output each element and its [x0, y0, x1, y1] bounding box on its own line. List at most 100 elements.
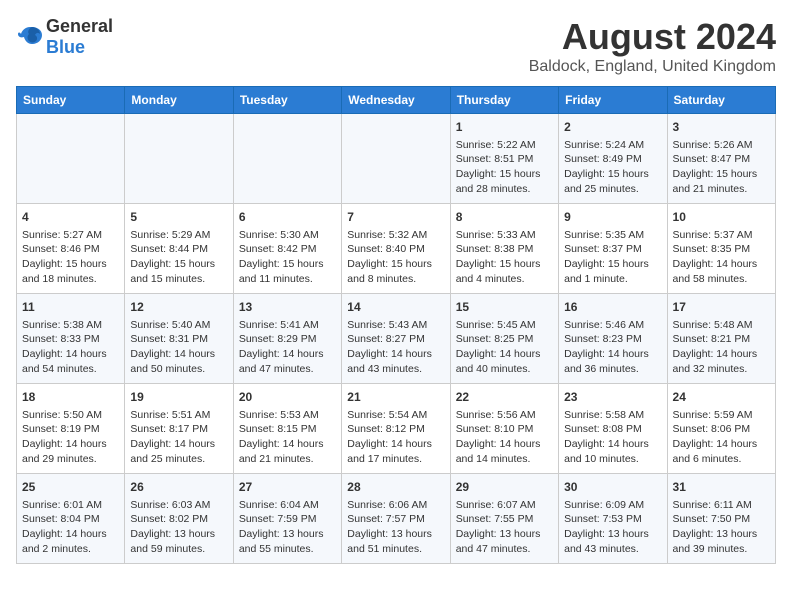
day-info: Sunrise: 5:53 AM Sunset: 8:15 PM Dayligh… [239, 408, 336, 467]
title-block: August 2024 Baldock, England, United Kin… [529, 16, 776, 76]
calendar-cell: 12 Sunrise: 5:40 AM Sunset: 8:31 PM Dayli… [125, 294, 233, 384]
col-header-monday: Monday [125, 87, 233, 114]
calendar-week-row: 11 Sunrise: 5:38 AM Sunset: 8:33 PM Dayli… [17, 294, 776, 384]
calendar-cell [125, 114, 233, 204]
day-number: 25 [22, 479, 119, 496]
day-number: 7 [347, 209, 444, 226]
day-number: 13 [239, 299, 336, 316]
day-info: Sunrise: 6:04 AM Sunset: 7:59 PM Dayligh… [239, 498, 336, 557]
calendar-cell: 13Sunrise: 5:41 AM Sunset: 8:29 PM Dayli… [233, 294, 341, 384]
calendar-cell: 23 Sunrise: 5:58 AM Sunset: 8:08 PM Dayli… [559, 384, 667, 474]
calendar-cell: 28Sunrise: 6:06 AM Sunset: 7:57 PM Dayli… [342, 474, 450, 564]
day-info: Sunrise: 5:51 AM Sunset: 8:17 PM Dayligh… [130, 408, 227, 467]
subtitle: Baldock, England, United Kingdom [529, 58, 776, 76]
calendar-cell: 1Sunrise: 5:22 AM Sunset: 8:51 PM Daylig… [450, 114, 558, 204]
calendar-cell: 10Sunrise: 5:37 AM Sunset: 8:35 PM Dayli… [667, 204, 775, 294]
day-info: Sunrise: 6:07 AM Sunset: 7:55 PM Dayligh… [456, 498, 553, 557]
day-info: Sunrise: 5:48 AM Sunset: 8:21 PM Dayligh… [673, 318, 770, 377]
day-number: 23 [564, 389, 661, 406]
day-number: 2 [564, 119, 661, 136]
calendar-week-row: 25 Sunrise: 6:01 AM Sunset: 8:04 PM Dayli… [17, 474, 776, 564]
day-number: 28 [347, 479, 444, 496]
calendar-cell: 29 Sunrise: 6:07 AM Sunset: 7:55 PM Dayli… [450, 474, 558, 564]
day-number: 9 [564, 209, 661, 226]
calendar-cell [17, 114, 125, 204]
calendar-week-row: 18 Sunrise: 5:50 AM Sunset: 8:19 PM Dayli… [17, 384, 776, 474]
page-header: General Blue August 2024 Baldock, Englan… [16, 16, 776, 76]
calendar-cell: 30Sunrise: 6:09 AM Sunset: 7:53 PM Dayli… [559, 474, 667, 564]
day-number: 12 [130, 299, 227, 316]
day-number: 27 [239, 479, 336, 496]
day-info: Sunrise: 5:43 AM Sunset: 8:27 PM Dayligh… [347, 318, 444, 377]
day-number: 17 [673, 299, 770, 316]
day-number: 22 [456, 389, 553, 406]
calendar-week-row: 1Sunrise: 5:22 AM Sunset: 8:51 PM Daylig… [17, 114, 776, 204]
calendar-cell: 25 Sunrise: 6:01 AM Sunset: 8:04 PM Dayli… [17, 474, 125, 564]
calendar-cell: 19 Sunrise: 5:51 AM Sunset: 8:17 PM Dayli… [125, 384, 233, 474]
calendar-cell [233, 114, 341, 204]
day-info: Sunrise: 5:54 AM Sunset: 8:12 PM Dayligh… [347, 408, 444, 467]
col-header-sunday: Sunday [17, 87, 125, 114]
day-info: Sunrise: 5:38 AM Sunset: 8:33 PM Dayligh… [22, 318, 119, 377]
logo-general-text: General [46, 16, 113, 36]
calendar-cell: 17 Sunrise: 5:48 AM Sunset: 8:21 PM Dayli… [667, 294, 775, 384]
day-number: 15 [456, 299, 553, 316]
calendar-cell: 6Sunrise: 5:30 AM Sunset: 8:42 PM Daylig… [233, 204, 341, 294]
day-number: 24 [673, 389, 770, 406]
logo-icon [16, 23, 44, 51]
col-header-thursday: Thursday [450, 87, 558, 114]
calendar-cell: 2 Sunrise: 5:24 AM Sunset: 8:49 PM Daylig… [559, 114, 667, 204]
calendar-cell: 16Sunrise: 5:46 AM Sunset: 8:23 PM Dayli… [559, 294, 667, 384]
day-info: Sunrise: 6:11 AM Sunset: 7:50 PM Dayligh… [673, 498, 770, 557]
col-header-friday: Friday [559, 87, 667, 114]
day-info: Sunrise: 5:33 AM Sunset: 8:38 PM Dayligh… [456, 228, 553, 287]
day-info: Sunrise: 5:46 AM Sunset: 8:23 PM Dayligh… [564, 318, 661, 377]
day-number: 20 [239, 389, 336, 406]
day-number: 5 [130, 209, 227, 226]
day-info: Sunrise: 5:29 AM Sunset: 8:44 PM Dayligh… [130, 228, 227, 287]
day-info: Sunrise: 6:09 AM Sunset: 7:53 PM Dayligh… [564, 498, 661, 557]
calendar-cell: 21Sunrise: 5:54 AM Sunset: 8:12 PM Dayli… [342, 384, 450, 474]
day-info: Sunrise: 5:40 AM Sunset: 8:31 PM Dayligh… [130, 318, 227, 377]
day-number: 31 [673, 479, 770, 496]
main-title: August 2024 [529, 16, 776, 58]
day-number: 18 [22, 389, 119, 406]
day-info: Sunrise: 6:01 AM Sunset: 8:04 PM Dayligh… [22, 498, 119, 557]
calendar-cell: 8 Sunrise: 5:33 AM Sunset: 8:38 PM Daylig… [450, 204, 558, 294]
day-info: Sunrise: 5:26 AM Sunset: 8:47 PM Dayligh… [673, 138, 770, 197]
day-number: 29 [456, 479, 553, 496]
col-header-saturday: Saturday [667, 87, 775, 114]
day-number: 11 [22, 299, 119, 316]
day-info: Sunrise: 5:24 AM Sunset: 8:49 PM Dayligh… [564, 138, 661, 197]
calendar-table: SundayMondayTuesdayWednesdayThursdayFrid… [16, 86, 776, 564]
day-info: Sunrise: 5:50 AM Sunset: 8:19 PM Dayligh… [22, 408, 119, 467]
day-number: 6 [239, 209, 336, 226]
calendar-week-row: 4Sunrise: 5:27 AM Sunset: 8:46 PM Daylig… [17, 204, 776, 294]
calendar-cell: 14 Sunrise: 5:43 AM Sunset: 8:27 PM Dayli… [342, 294, 450, 384]
day-number: 8 [456, 209, 553, 226]
day-info: Sunrise: 5:45 AM Sunset: 8:25 PM Dayligh… [456, 318, 553, 377]
calendar-cell: 15 Sunrise: 5:45 AM Sunset: 8:25 PM Dayli… [450, 294, 558, 384]
day-info: Sunrise: 5:58 AM Sunset: 8:08 PM Dayligh… [564, 408, 661, 467]
col-header-wednesday: Wednesday [342, 87, 450, 114]
day-number: 14 [347, 299, 444, 316]
calendar-cell: 18 Sunrise: 5:50 AM Sunset: 8:19 PM Dayli… [17, 384, 125, 474]
calendar-cell: 26Sunrise: 6:03 AM Sunset: 8:02 PM Dayli… [125, 474, 233, 564]
day-number: 10 [673, 209, 770, 226]
calendar-cell: 24Sunrise: 5:59 AM Sunset: 8:06 PM Dayli… [667, 384, 775, 474]
calendar-cell: 22 Sunrise: 5:56 AM Sunset: 8:10 PM Dayli… [450, 384, 558, 474]
logo-blue-text: Blue [46, 37, 85, 57]
day-info: Sunrise: 5:56 AM Sunset: 8:10 PM Dayligh… [456, 408, 553, 467]
day-info: Sunrise: 5:35 AM Sunset: 8:37 PM Dayligh… [564, 228, 661, 287]
logo: General Blue [16, 16, 113, 58]
calendar-cell: 27 Sunrise: 6:04 AM Sunset: 7:59 PM Dayli… [233, 474, 341, 564]
calendar-cell: 31 Sunrise: 6:11 AM Sunset: 7:50 PM Dayli… [667, 474, 775, 564]
day-number: 4 [22, 209, 119, 226]
calendar-cell: 20 Sunrise: 5:53 AM Sunset: 8:15 PM Dayli… [233, 384, 341, 474]
calendar-cell: 9 Sunrise: 5:35 AM Sunset: 8:37 PM Daylig… [559, 204, 667, 294]
col-header-tuesday: Tuesday [233, 87, 341, 114]
day-number: 19 [130, 389, 227, 406]
calendar-cell: 11 Sunrise: 5:38 AM Sunset: 8:33 PM Dayli… [17, 294, 125, 384]
day-info: Sunrise: 5:32 AM Sunset: 8:40 PM Dayligh… [347, 228, 444, 287]
day-number: 1 [456, 119, 553, 136]
